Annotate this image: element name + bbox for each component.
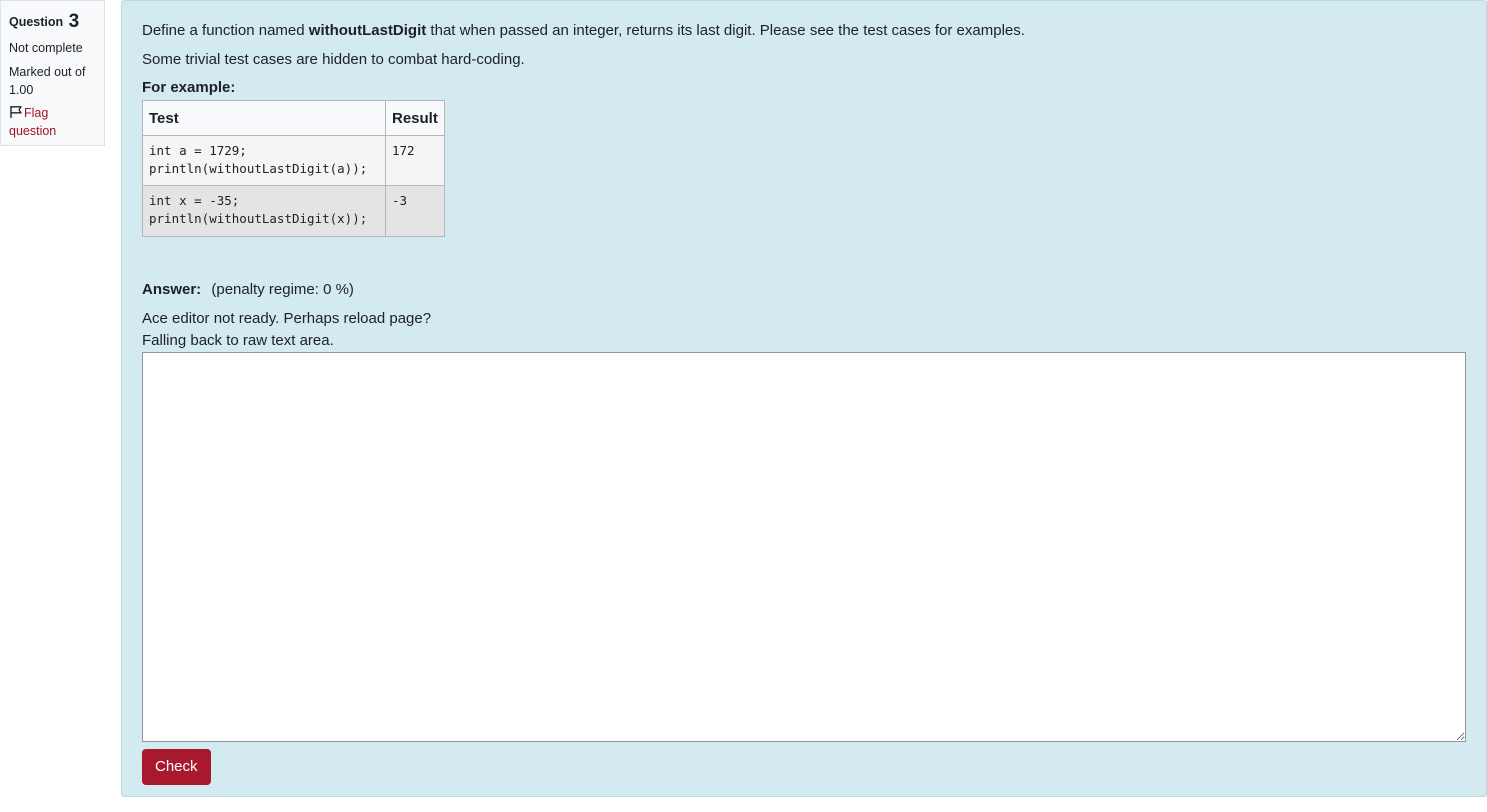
flag-label-line1: Flag bbox=[24, 106, 49, 121]
penalty-regime: (penalty regime: 0 %) bbox=[211, 280, 354, 298]
ace-message-line2: Falling back to raw text area. bbox=[142, 331, 334, 349]
question-number: Question 3 bbox=[9, 9, 96, 36]
question-info-panel: Question 3 Not complete Marked out of 1.… bbox=[0, 0, 105, 146]
table-row: int x = -35; println(withoutLastDigit(x)… bbox=[142, 185, 445, 237]
header-result: Result bbox=[385, 100, 445, 136]
question-content: Define a function named withoutLastDigit… bbox=[121, 0, 1487, 797]
question-prompt: Define a function named withoutLastDigit… bbox=[142, 21, 1466, 41]
result-cell: -3 bbox=[385, 185, 445, 237]
question-grade: Marked out of 1.00 bbox=[9, 63, 96, 99]
for-example-heading: For example: bbox=[142, 79, 236, 96]
question-number-value: 3 bbox=[68, 11, 80, 32]
flag-icon bbox=[10, 106, 22, 119]
header-test: Test bbox=[142, 100, 386, 136]
answer-textarea[interactable] bbox=[142, 351, 1466, 742]
test-code: int a = 1729; println(withoutLastDigit(a… bbox=[149, 143, 368, 177]
examples-header-row: Test Result bbox=[142, 100, 445, 136]
examples-table: Test Result int a = 1729; println(withou… bbox=[142, 100, 445, 237]
ace-editor-message: Ace editor not ready. Perhaps reload pag… bbox=[142, 308, 1466, 352]
test-cell: int x = -35; println(withoutLastDigit(x)… bbox=[142, 185, 386, 237]
result-cell: 172 bbox=[385, 134, 445, 187]
function-name: withoutLastDigit bbox=[308, 22, 427, 39]
prompt-text-before: Define a function named bbox=[142, 22, 309, 39]
question-state: Not complete bbox=[9, 40, 83, 55]
answer-label: Answer: bbox=[142, 280, 202, 298]
hidden-tests-note: Some trivial test cases are hidden to co… bbox=[142, 50, 525, 68]
grade-value: 1.00 bbox=[9, 83, 34, 98]
test-code: int x = -35; println(withoutLastDigit(x)… bbox=[149, 193, 368, 227]
result-value: -3 bbox=[392, 193, 408, 209]
prompt-text-after: that when passed an integer, returns its… bbox=[426, 22, 1025, 39]
flag-label-line2: question bbox=[9, 123, 57, 138]
answer-heading: Answer: (penalty regime: 0 %) bbox=[142, 281, 1466, 298]
table-row: int a = 1729; println(withoutLastDigit(a… bbox=[142, 134, 445, 187]
check-button[interactable]: Check bbox=[142, 748, 211, 785]
question-label: Question bbox=[9, 15, 64, 29]
question-text: Define a function named withoutLastDigit… bbox=[142, 21, 1466, 96]
test-cell: int a = 1729; println(withoutLastDigit(a… bbox=[142, 134, 386, 187]
result-value: 172 bbox=[392, 143, 415, 158]
grade-label: Marked out of bbox=[9, 65, 86, 80]
ace-message-line1: Ace editor not ready. Perhaps reload pag… bbox=[142, 309, 432, 327]
flag-question-link[interactable]: Flag question bbox=[9, 105, 96, 140]
